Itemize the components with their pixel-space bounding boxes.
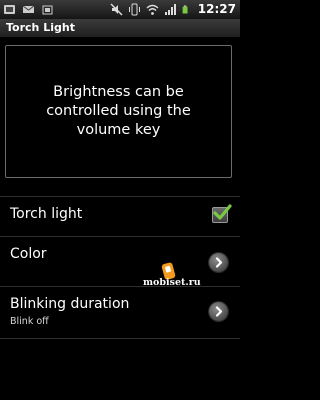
carrier-icon (42, 5, 53, 15)
wifi-icon (146, 4, 159, 15)
mute-icon (110, 2, 123, 16)
setting-label: Torch light (10, 206, 83, 222)
watermark-text: mobiset.ru (143, 277, 201, 288)
message-box: Brightness can be controlled using the v… (5, 45, 232, 178)
checkmark-icon (213, 204, 232, 220)
setting-blinking-duration[interactable]: Blinking duration Blink off (0, 286, 240, 338)
sms-icon (22, 5, 35, 13)
setting-summary: Blink off (10, 316, 49, 327)
divider (0, 338, 240, 339)
phone-icon (4, 5, 15, 14)
vibrate-icon (128, 3, 140, 15)
setting-torch-light[interactable]: Torch light (0, 196, 240, 236)
torch-light-checkbox[interactable] (212, 204, 232, 223)
setting-label: Blinking duration (10, 296, 130, 312)
setting-label: Color (10, 246, 47, 262)
status-bar: 12:27 (0, 0, 240, 19)
clock: 12:27 (197, 2, 236, 16)
chevron-right-icon[interactable] (209, 302, 228, 321)
setting-color[interactable]: Color (0, 236, 240, 286)
app-title: Torch Light (6, 21, 75, 34)
message-text: Brightness can be controlled using the v… (46, 84, 191, 138)
battery-icon (182, 5, 188, 13)
signal-icon (164, 3, 176, 15)
title-bar: Torch Light (0, 19, 240, 38)
chevron-right-icon[interactable] (209, 253, 228, 272)
